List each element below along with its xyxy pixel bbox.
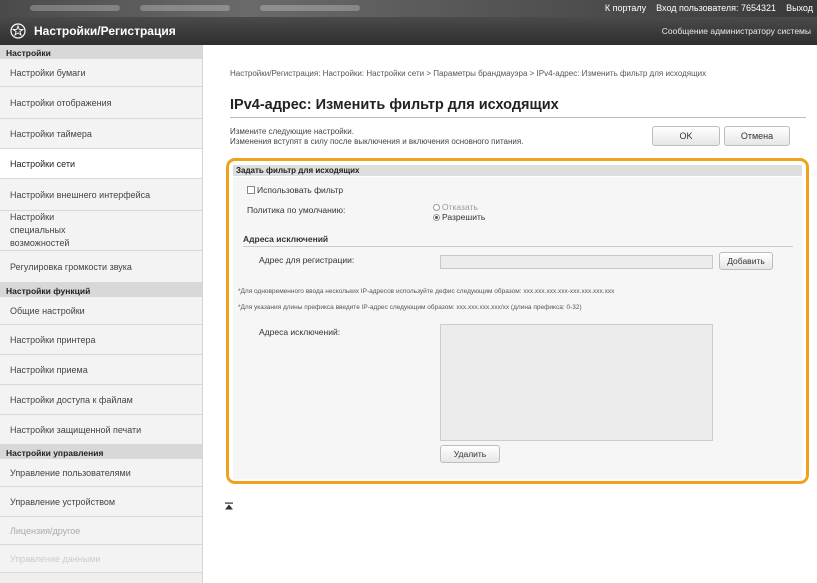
sidebar-item-receive[interactable]: Настройки приема [0, 355, 202, 385]
sidebar-item-display[interactable]: Настройки отображения [0, 87, 202, 119]
title-divider [230, 117, 806, 118]
note-multiple-addresses: *Для одновременного ввода нескольких IP-… [238, 288, 615, 295]
page-title: IPv4-адрес: Изменить фильтр для исходящи… [230, 97, 559, 113]
ok-button[interactable]: OK [652, 126, 720, 146]
sidebar-item-timer[interactable]: Настройки таймера [0, 119, 202, 149]
radio-dot[interactable] [433, 203, 440, 211]
policy-deny-radio[interactable]: Отказать [433, 202, 478, 212]
scroll-to-top-icon[interactable] [224, 502, 234, 512]
outgoing-filter-panel: Задать фильтр для исходящих Использовать… [226, 158, 809, 484]
exception-addresses-list[interactable] [440, 324, 713, 441]
use-filter-label: Использовать фильтр [257, 185, 344, 195]
cancel-button[interactable]: Отмена [724, 126, 790, 146]
sidebar-section-settings: Настройки [0, 45, 202, 59]
sidebar-item-file-access[interactable]: Настройки доступа к файлам [0, 385, 202, 415]
sidebar-section-functions: Настройки функций [0, 283, 202, 297]
policy-allow-radio[interactable]: Разрешить [433, 212, 485, 222]
sidebar-item-external-interface[interactable]: Настройки внешнего интерфейса [0, 179, 202, 211]
policy-allow-label: Разрешить [442, 212, 486, 222]
register-address-input[interactable] [440, 255, 713, 269]
policy-deny-label: Отказать [442, 202, 478, 212]
sidebar-item-volume[interactable]: Регулировка громкости звука [0, 251, 202, 283]
exceptions-section-title: Адреса исключений [243, 234, 329, 244]
app-title: Настройки/Регистрация [34, 24, 176, 38]
description-line-2: Изменения вступят в силу после выключени… [230, 137, 524, 146]
sidebar-item-data-management[interactable]: Управление данными [0, 545, 202, 573]
blurred-text [140, 5, 230, 11]
sidebar-item-secure-print[interactable]: Настройки защищенной печати [0, 415, 202, 445]
page-description: Измените следующие настройки. Изменения … [230, 127, 523, 147]
section-divider [243, 246, 793, 247]
main-content: Настройки/Регистрация: Настройки: Настро… [204, 45, 817, 583]
add-button[interactable]: Добавить [719, 252, 773, 270]
sidebar-item-network[interactable]: Настройки сети [0, 149, 202, 179]
use-filter-checkbox[interactable]: Использовать фильтр [247, 185, 343, 195]
app-header: Настройки/Регистрация Сообщение админист… [0, 17, 817, 45]
description-line-1: Измените следующие настройки. [230, 127, 354, 136]
sidebar-section-management: Настройки управления [0, 445, 202, 459]
delete-button[interactable]: Удалить [440, 445, 500, 463]
blurred-text [260, 5, 360, 11]
blurred-text [30, 5, 120, 11]
sidebar-item-common[interactable]: Общие настройки [0, 297, 202, 325]
breadcrumb: Настройки/Регистрация: Настройки: Настро… [230, 69, 707, 78]
sidebar-item-paper[interactable]: Настройки бумаги [0, 59, 202, 87]
sidebar-item-printer[interactable]: Настройки принтера [0, 325, 202, 355]
sidebar-item-user-management[interactable]: Управление пользователями [0, 459, 202, 487]
login-id: 7654321 [741, 3, 777, 13]
portal-link[interactable]: К порталу [605, 3, 646, 13]
login-label: Вход пользователя: [656, 3, 739, 13]
panel-title: Задать фильтр для исходящих [233, 165, 802, 176]
note-prefix-length: *Для указания длины префикса введите IP-… [238, 304, 582, 311]
sidebar-item-accessibility[interactable]: Настройки специальных возможностей [0, 211, 202, 251]
sidebar-item-license[interactable]: Лицензия/другое [0, 517, 202, 545]
logout-link[interactable]: Выход [786, 3, 813, 13]
exception-addresses-label: Адреса исключений: [259, 327, 341, 337]
checkbox-box[interactable] [247, 186, 255, 194]
settings-logo-icon [10, 23, 26, 39]
top-bar: К порталу Вход пользователя: 7654321 Вых… [0, 0, 817, 17]
register-address-label: Адрес для регистрации: [259, 255, 355, 265]
panel-body: Использовать фильтр Политика по умолчани… [233, 177, 802, 479]
default-policy-label: Политика по умолчанию: [247, 205, 346, 215]
sidebar: Настройки Настройки бумаги Настройки ото… [0, 45, 203, 583]
sidebar-item-device-management[interactable]: Управление устройством [0, 487, 202, 517]
admin-message-link[interactable]: Сообщение администратору системы [662, 26, 811, 36]
radio-dot-selected[interactable] [433, 213, 440, 221]
